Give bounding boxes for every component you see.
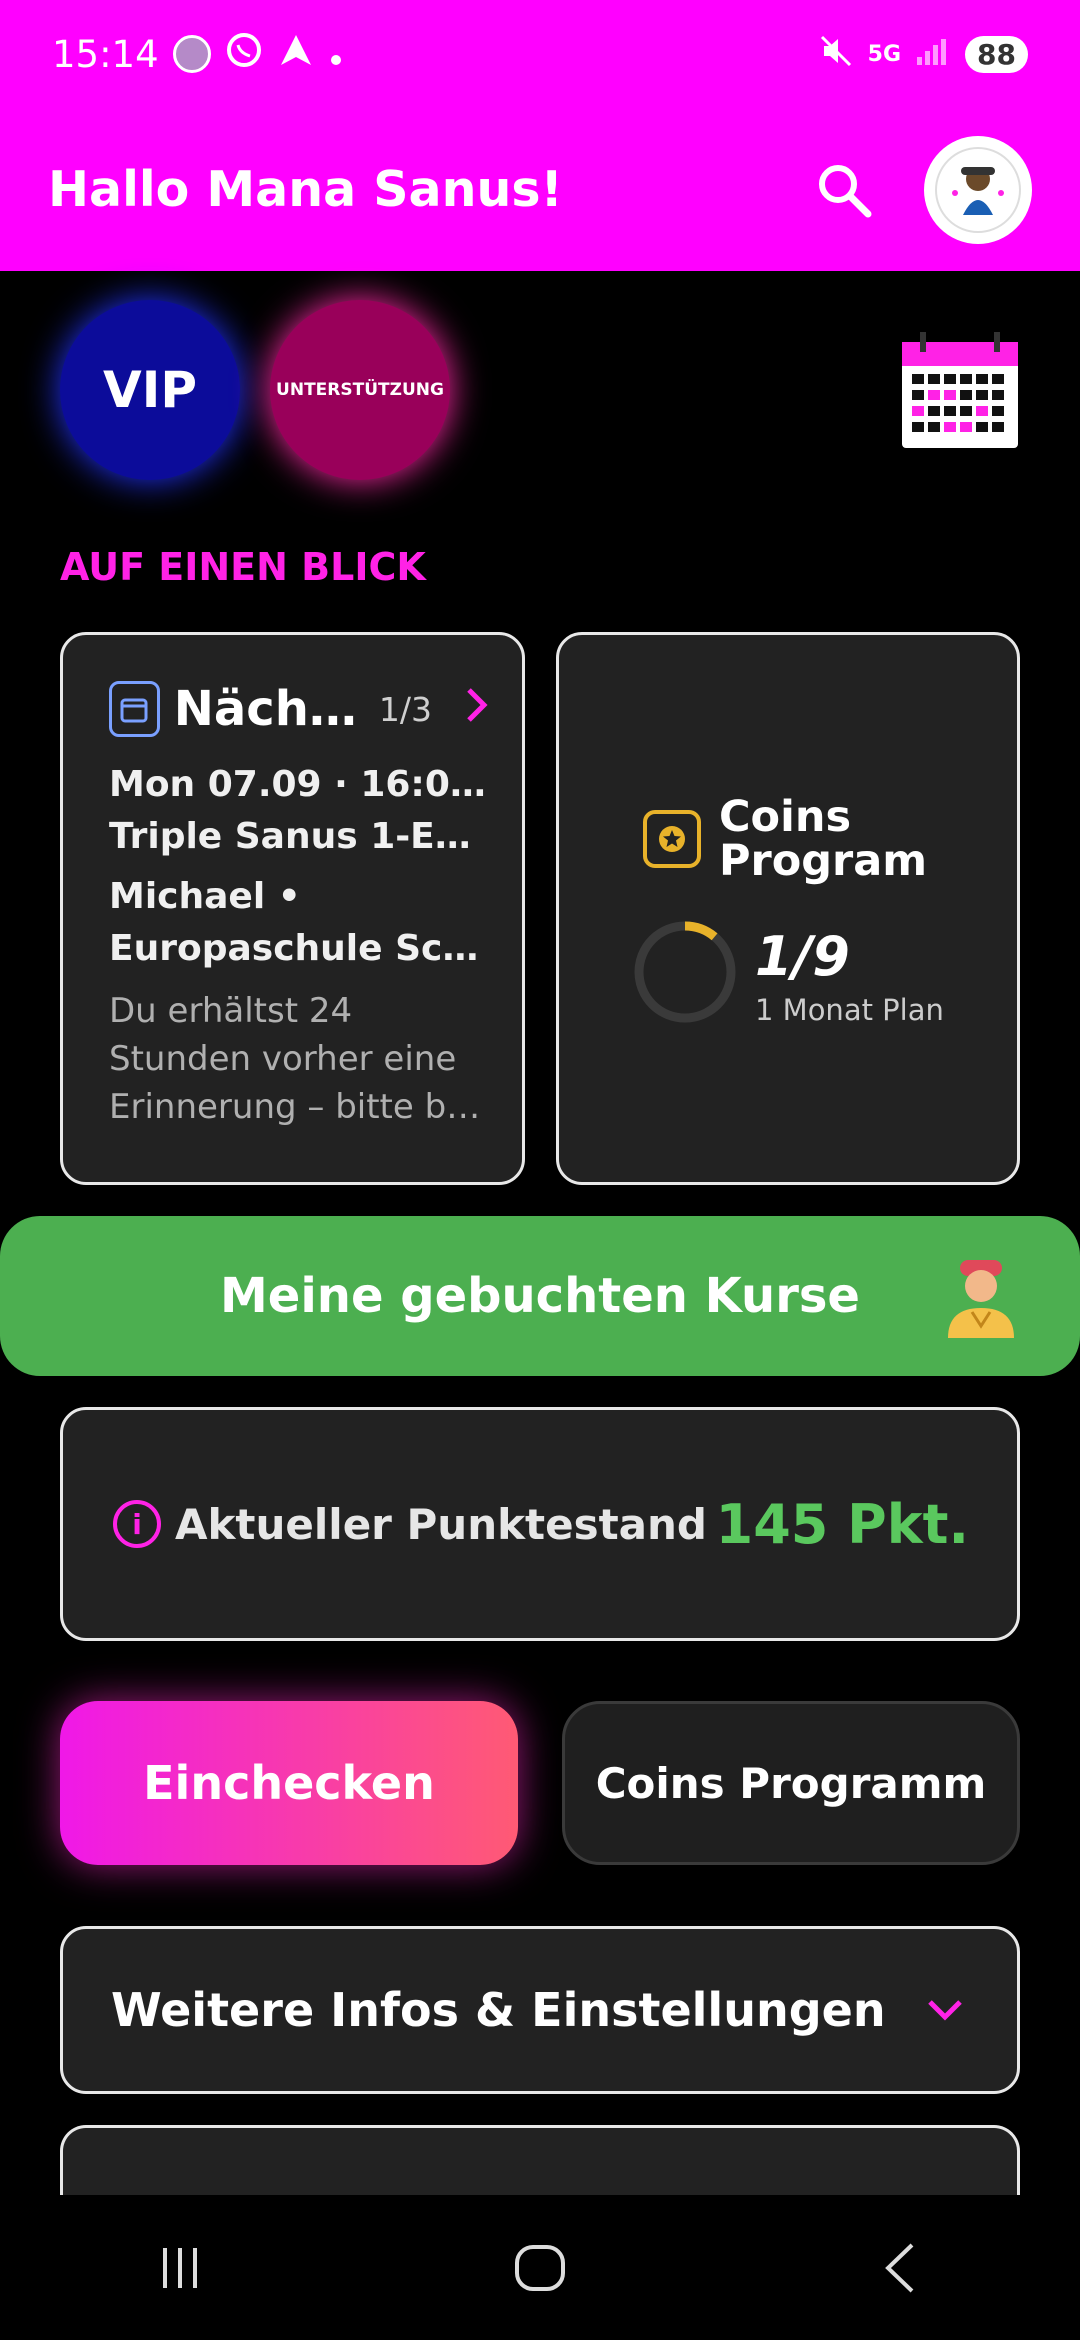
chevron-down-icon xyxy=(925,1987,965,2033)
points-card[interactable]: i Aktueller Punktestand 145 Pkt. xyxy=(60,1407,1020,1641)
next-course-counter: 1/3 xyxy=(378,689,432,729)
search-icon xyxy=(819,164,872,217)
app-bar: Hallo Mana Sanus! xyxy=(0,108,1080,271)
coins-progress-ring xyxy=(634,921,736,1023)
avatar-logo-icon xyxy=(935,146,1021,233)
chevron-right-icon[interactable] xyxy=(464,682,490,736)
checkin-button[interactable]: Einchecken xyxy=(60,1701,518,1865)
battery-indicator: 88 xyxy=(965,35,1028,73)
status-bar: 15:14 5G 88 xyxy=(0,0,1080,108)
info-icon: i xyxy=(113,1500,161,1548)
course-location: Europaschule Sc… xyxy=(109,928,479,969)
coins-value: 1/9 xyxy=(755,925,850,988)
network-type: 5G xyxy=(867,41,902,67)
calendar-icon xyxy=(902,332,1018,448)
dot-icon xyxy=(329,33,343,76)
booked-courses-button[interactable]: Meine gebuchten Kurse xyxy=(0,1216,1080,1376)
recent-apps-button[interactable] xyxy=(140,2228,220,2308)
coins-program-button[interactable]: Coins Programm xyxy=(562,1701,1020,1865)
points-label: Aktueller Punktestand xyxy=(175,1499,707,1549)
back-icon xyxy=(885,2243,914,2292)
coins-program-card[interactable]: Coins Program 1/9 1 Monat Plan xyxy=(556,632,1020,1185)
more-info-label: Weitere Infos & Einstellungen xyxy=(111,1983,886,2037)
signal-icon xyxy=(915,35,951,74)
profile-avatar[interactable] xyxy=(924,135,1032,244)
calendar-button[interactable] xyxy=(900,332,1020,450)
system-nav-bar xyxy=(0,2195,1080,2340)
course-trainer: Michael • xyxy=(109,876,301,917)
course-name: Triple Sanus 1-E1: … xyxy=(109,816,490,857)
coins-title-line1: Coins xyxy=(719,792,852,842)
vip-button[interactable]: VIP xyxy=(60,300,240,480)
coins-title-line2: Program xyxy=(719,836,928,886)
course-datetime: Mon 07.09 · 16:00 · xyxy=(109,764,490,805)
app-icon xyxy=(172,35,211,73)
person-icon xyxy=(948,1260,1014,1338)
home-button[interactable] xyxy=(500,2228,580,2308)
star-coin-icon xyxy=(643,810,701,868)
arrow-icon xyxy=(277,31,315,78)
greeting-title: Hallo Mana Sanus! xyxy=(48,161,563,218)
coins-plan: 1 Monat Plan xyxy=(755,993,944,1027)
calendar-small-icon xyxy=(109,681,160,737)
mute-icon xyxy=(818,33,854,76)
points-value: 145 Pkt. xyxy=(715,1492,969,1556)
status-time: 15:14 xyxy=(52,32,159,76)
search-button[interactable] xyxy=(804,150,884,230)
next-course-card[interactable]: Näch… 1/3 Mon 07.09 · 16:00 · Triple San… xyxy=(60,632,525,1185)
whatsapp-icon xyxy=(225,31,263,78)
more-info-expander[interactable]: Weitere Infos & Einstellungen xyxy=(60,1926,1020,2094)
home-icon xyxy=(515,2244,565,2291)
course-reminder-note: Du erhältst 24 Stunden vorher eine Erinn… xyxy=(109,991,481,1127)
next-course-title: Näch… xyxy=(173,681,357,737)
recent-apps-icon xyxy=(163,2247,197,2288)
booked-courses-label: Meine gebuchten Kurse xyxy=(220,1268,860,1324)
back-button[interactable] xyxy=(860,2228,940,2308)
section-title: AUF EINEN BLICK xyxy=(60,545,426,589)
support-button[interactable]: UNTERSTÜTZUNG xyxy=(270,300,450,480)
